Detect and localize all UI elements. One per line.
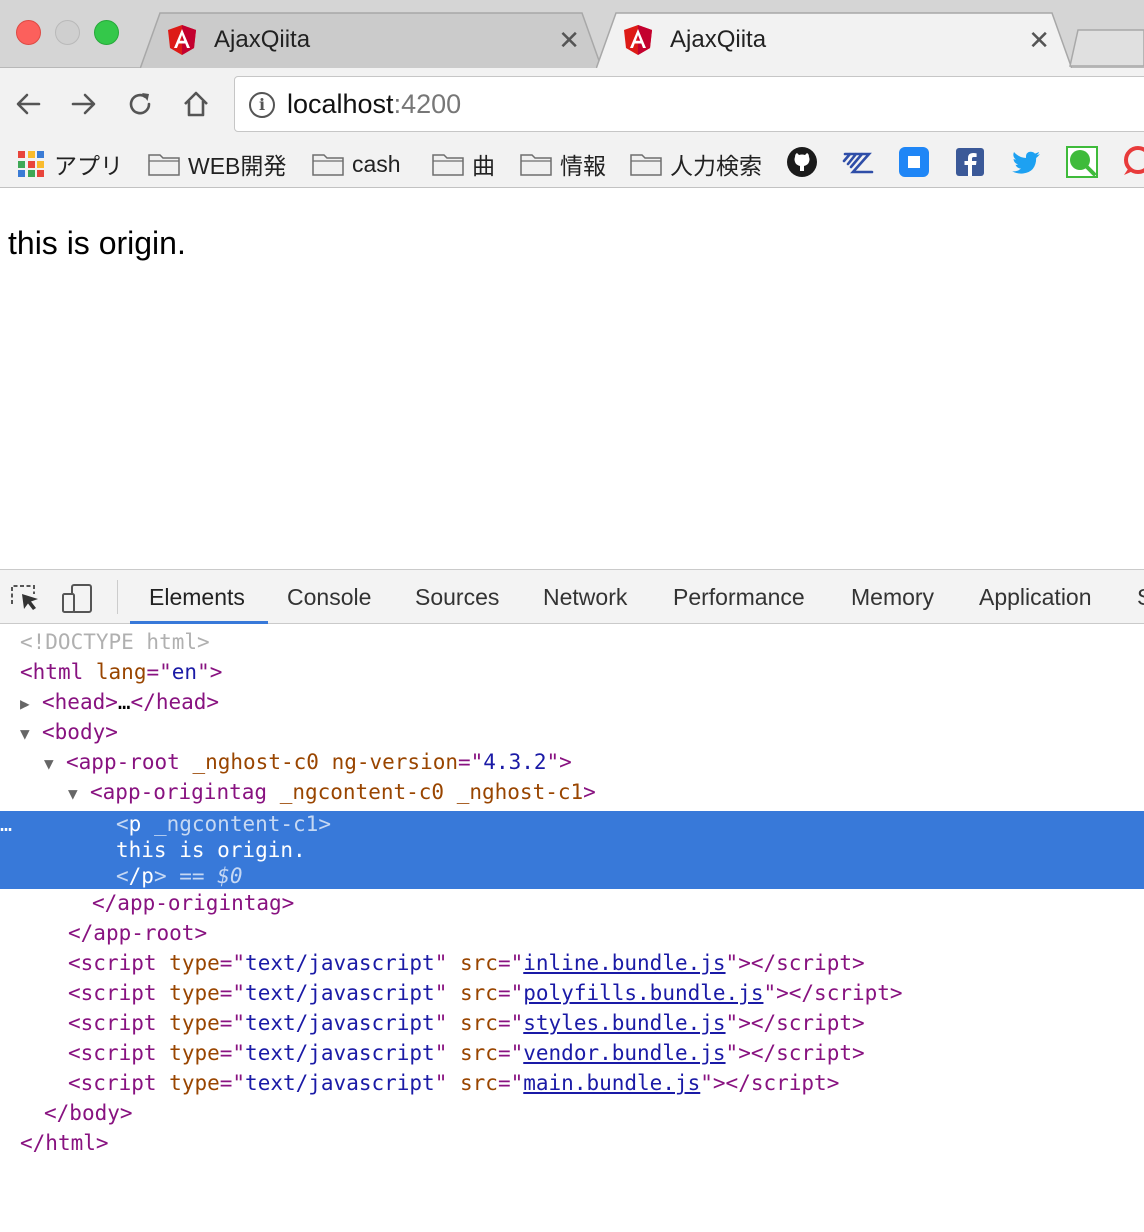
script-src-link[interactable]: inline.bundle.js (523, 951, 725, 975)
toolbar-divider (117, 580, 118, 614)
script-src-link[interactable]: polyfills.bundle.js (523, 981, 763, 1005)
bookmark-label: 曲 (472, 153, 495, 179)
bookmark-label: 人力検索 (670, 153, 762, 179)
address-bar[interactable]: i localhost:4200 (234, 76, 1144, 132)
url-text: localhost:4200 (287, 89, 462, 119)
dom-script-line[interactable]: <script type="text/javascript" src="styl… (68, 1008, 865, 1038)
expand-triangle-icon[interactable]: ▶ (20, 689, 42, 719)
script-src-link[interactable]: styles.bundle.js (523, 1011, 725, 1035)
bookmark-label: WEB開発 (188, 153, 287, 179)
origin-paragraph: this is origin. (8, 225, 186, 261)
devtools-panel: Elements Console Sources Network Perform… (0, 569, 1144, 1232)
github-icon[interactable] (786, 145, 818, 179)
angular-icon (624, 25, 652, 55)
tab-title: AjaxQiita (214, 26, 311, 53)
bookmarks-bar: アプリ WEB開発 cash 曲 情報 人力検索 (0, 140, 1144, 188)
dom-body-close[interactable]: </body> (44, 1098, 133, 1128)
apps-grid-icon (18, 151, 44, 177)
tab-title: AjaxQiita (670, 26, 767, 53)
dom-script-line[interactable]: <script type="text/javascript" src="vend… (68, 1038, 865, 1068)
collapse-triangle-icon[interactable]: ▼ (44, 749, 66, 779)
window-close-button[interactable] (16, 20, 41, 45)
tab-performance[interactable]: Performance (673, 570, 805, 624)
folder-icon (432, 154, 464, 176)
speech-bubble-icon[interactable] (1122, 145, 1144, 179)
arrow-right-icon (71, 93, 96, 115)
dom-app-root-open[interactable]: ▼ <app-root _nghost-c0 ng-version="4.3.2"… (44, 747, 572, 777)
dom-script-line[interactable]: <script type="text/javascript" src="poly… (68, 978, 903, 1008)
reload-button[interactable] (122, 86, 158, 122)
new-tab-button[interactable] (1068, 26, 1144, 68)
arrow-left-icon (16, 93, 41, 115)
info-icon[interactable]: i (249, 92, 275, 118)
bookmark-folder-cash[interactable]: cash (312, 146, 401, 182)
dom-html-close[interactable]: </html> (20, 1128, 109, 1158)
tab-memory[interactable]: Memory (851, 570, 934, 624)
forward-button[interactable] (66, 86, 102, 122)
tab-close-icon[interactable]: ✕ (1028, 26, 1050, 54)
tab-security-partial[interactable]: S (1137, 570, 1144, 624)
home-icon (184, 91, 208, 117)
home-button[interactable] (178, 86, 214, 122)
back-button[interactable] (10, 86, 46, 122)
dom-body-open[interactable]: ▼ <body> (20, 717, 118, 747)
bookmark-folder-web[interactable]: WEB開発 (148, 146, 286, 182)
square-app-icon[interactable] (898, 145, 930, 179)
bookmark-folder-info[interactable]: 情報 (520, 146, 606, 182)
dom-selected-node[interactable]: … <p _ngcontent-c1> this is origin. </p>… (0, 811, 1144, 889)
reload-icon (129, 93, 151, 115)
collapse-triangle-icon[interactable]: ▼ (68, 779, 90, 809)
bookmark-label: 情報 (560, 153, 606, 179)
dom-app-origintag-open[interactable]: ▼ <app-origintag _ngcontent-c0 _nghost-c1… (68, 777, 596, 807)
dom-p-text: this is origin. (116, 838, 306, 862)
dom-app-origintag-close[interactable]: </app-origintag> (92, 888, 294, 918)
dom-p-open: <p _ngcontent-c1> (116, 812, 331, 836)
qiita-search-icon[interactable] (1066, 145, 1098, 179)
tab-console[interactable]: Console (287, 570, 371, 624)
script-src-link[interactable]: vendor.bundle.js (523, 1041, 725, 1065)
window-minimize-button[interactable] (55, 20, 80, 45)
tab-application[interactable]: Application (979, 570, 1092, 624)
dom-app-root-close[interactable]: </app-root> (68, 918, 207, 948)
bookmark-label: cash (352, 150, 401, 177)
dom-tree: <!DOCTYPE html> <html lang="en"> ▶ <head>… (0, 625, 1144, 1232)
dom-doctype[interactable]: <!DOCTYPE html> (20, 627, 210, 657)
tab-network[interactable]: Network (543, 570, 627, 624)
bookmark-folder-search[interactable]: 人力検索 (630, 146, 762, 182)
page-viewport: this is origin. (0, 189, 1144, 569)
tab-close-icon[interactable]: ✕ (558, 26, 580, 54)
dom-p-close: </p> == $0 (116, 864, 243, 888)
folder-icon (520, 154, 552, 176)
dom-script-line[interactable]: <script type="text/javascript" src="inli… (68, 948, 865, 978)
browser-tab-2-active[interactable]: AjaxQiita ✕ (596, 12, 1072, 69)
folder-icon (148, 154, 180, 176)
window-zoom-button[interactable] (94, 20, 119, 45)
folder-icon (630, 154, 662, 176)
inspect-element-icon[interactable] (8, 582, 42, 614)
devtools-toolbar: Elements Console Sources Network Perform… (0, 570, 1144, 624)
dom-script-line[interactable]: <script type="text/javascript" src="main… (68, 1068, 839, 1098)
collapse-triangle-icon[interactable]: ▼ (20, 719, 42, 749)
zenhub-icon[interactable] (842, 145, 874, 179)
browser-toolbar: i localhost:4200 (0, 68, 1144, 140)
device-toolbar-icon[interactable] (60, 582, 94, 614)
tab-strip: AjaxQiita ✕ AjaxQiita ✕ (0, 0, 1144, 69)
dom-html-open[interactable]: <html lang="en"> (20, 657, 222, 687)
bookmark-folder-music[interactable]: 曲 (432, 146, 495, 182)
angular-icon (168, 25, 196, 55)
facebook-icon[interactable] (954, 145, 986, 179)
tab-sources[interactable]: Sources (415, 570, 499, 624)
tab-elements[interactable]: Elements (130, 570, 268, 624)
script-src-link[interactable]: main.bundle.js (523, 1071, 700, 1095)
bookmark-label: アプリ (54, 153, 123, 179)
twitter-icon[interactable] (1010, 145, 1042, 179)
node-actions-ellipsis[interactable]: … (0, 811, 12, 837)
dom-head[interactable]: ▶ <head>…</head> (20, 687, 219, 717)
folder-icon (312, 154, 344, 176)
browser-tab-1[interactable]: AjaxQiita ✕ (140, 12, 602, 69)
bookmark-apps[interactable]: アプリ (18, 146, 123, 182)
